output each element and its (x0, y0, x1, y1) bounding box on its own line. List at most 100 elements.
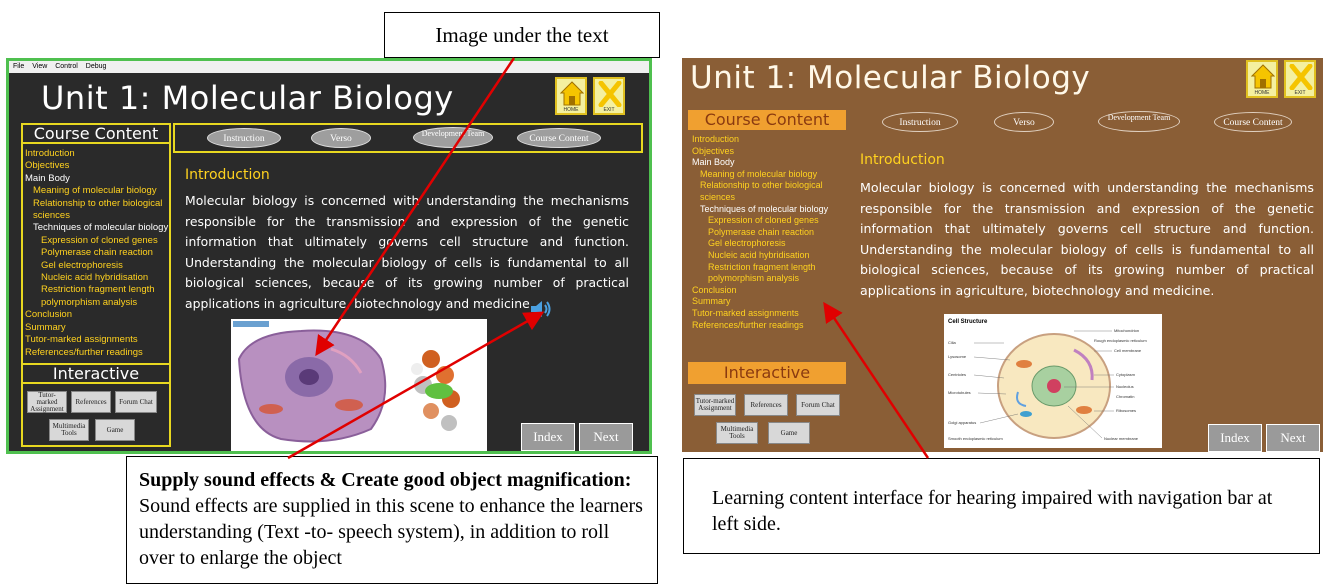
left-screenshot: File View Control Debug Unit 1: Molecula… (6, 58, 652, 454)
nav-techniques[interactable]: Techniques of molecular biology (692, 204, 828, 216)
course-content-heading: Course Content (23, 124, 169, 144)
nav-objectives[interactable]: Objectives (25, 160, 168, 172)
home-button[interactable]: HOME (555, 77, 587, 115)
figure-label-ribosomes: Ribosomes (1116, 408, 1136, 413)
content-text: Molecular biology is concerned with unde… (860, 180, 1314, 298)
exit-icon (598, 81, 622, 107)
content-text: Molecular biology is concerned with unde… (185, 193, 629, 311)
interactive-heading: Interactive (688, 362, 846, 384)
callout-image-under-text: Image under the text (384, 12, 660, 58)
nav-techniques[interactable]: Techniques of molecular biology (25, 222, 168, 234)
nav-references[interactable]: References/further readings (25, 347, 168, 359)
game-button[interactable]: Game (95, 419, 135, 441)
tab-instruction[interactable]: Instruction (207, 128, 281, 148)
tab-verso[interactable]: Verso (311, 128, 371, 148)
cell-structure-figure[interactable]: Cell Structure Cilia Lysosome Centrioles… (944, 314, 1162, 448)
cell-illustration (231, 319, 487, 451)
forum-chat-button[interactable]: Forum Chat (115, 391, 157, 413)
nav-restriction[interactable]: Restriction fragment length (692, 262, 828, 274)
references-button[interactable]: References (744, 394, 788, 416)
tutor-marked-assignment-button[interactable]: Tutor-marked Assignment (694, 394, 736, 416)
nav-pcr[interactable]: Polymerase chain reaction (692, 227, 828, 239)
tutor-marked-assignment-button[interactable]: Tutor-marked Assignment (27, 391, 67, 413)
menu-file[interactable]: File (13, 63, 24, 70)
nav-conclusion[interactable]: Conclusion (692, 285, 828, 297)
course-nav-list: Introduction Objectives Main Body Meanin… (25, 148, 168, 359)
index-button[interactable]: Index (1208, 424, 1262, 452)
exit-button[interactable]: EXIT (1284, 60, 1316, 98)
menu-debug[interactable]: Debug (86, 63, 107, 70)
nav-hybridisation[interactable]: Nucleic acid hybridisation (25, 272, 168, 284)
nav-hybridisation[interactable]: Nucleic acid hybridisation (692, 250, 828, 262)
menu-view[interactable]: View (32, 63, 47, 70)
figure-label-nuclear-membrane: Nuclear membrane (1104, 436, 1139, 441)
home-icon (560, 81, 584, 106)
nav-summary[interactable]: Summary (692, 296, 828, 308)
nav-meaning[interactable]: Meaning of molecular biology (692, 169, 828, 181)
tab-development-team[interactable]: Development Team (1098, 111, 1180, 132)
right-screenshot: Unit 1: Molecular Biology HOME EXIT Cour… (682, 58, 1323, 452)
nav-objectives[interactable]: Objectives (692, 146, 828, 158)
nav-expression[interactable]: Expression of cloned genes (25, 235, 168, 247)
multimedia-tools-button[interactable]: Multimedia Tools (49, 419, 89, 441)
figure-label-golgi: Golgi apparatus (948, 420, 976, 425)
tab-course-content[interactable]: Course Content (517, 128, 601, 148)
course-nav-list: Introduction Objectives Main Body Meanin… (692, 134, 828, 331)
home-label: HOME (563, 107, 579, 113)
tab-verso[interactable]: Verso (994, 112, 1054, 132)
tab-course-content[interactable]: Course Content (1214, 112, 1292, 132)
references-button[interactable]: References (71, 391, 111, 413)
content-heading: Introduction (860, 152, 945, 168)
nav-gel[interactable]: Gel electrophoresis (692, 238, 828, 250)
page-title: Unit 1: Molecular Biology (690, 60, 1091, 96)
nav-polymorphism[interactable]: polymorphism analysis (692, 273, 828, 285)
cell-structure-image[interactable] (231, 319, 487, 451)
exit-button[interactable]: EXIT (593, 77, 625, 115)
nav-expression[interactable]: Expression of cloned genes (692, 215, 828, 227)
speaker-icon[interactable] (529, 299, 553, 319)
next-button[interactable]: Next (579, 423, 633, 451)
home-label: HOME (1254, 90, 1270, 96)
nav-polymorphism[interactable]: polymorphism analysis (25, 297, 168, 309)
callout-sound-effects: Supply sound effects & Create good objec… (126, 456, 658, 584)
nav-references[interactable]: References/further readings (692, 320, 828, 332)
nav-introduction[interactable]: Introduction (25, 148, 168, 160)
callout-sound-effects-title: Supply sound effects & Create good objec… (139, 469, 632, 491)
nav-main-body[interactable]: Main Body (25, 173, 168, 185)
nav-gel[interactable]: Gel electrophoresis (25, 260, 168, 272)
nav-tma[interactable]: Tutor-marked assignments (692, 308, 828, 320)
multimedia-tools-button[interactable]: Multimedia Tools (716, 422, 758, 444)
figure-label-cilia: Cilia (948, 340, 957, 345)
nav-summary[interactable]: Summary (25, 322, 168, 334)
nav-meaning[interactable]: Meaning of molecular biology (25, 185, 168, 197)
nav-pcr[interactable]: Polymerase chain reaction (25, 247, 168, 259)
figure-title: Cell Structure (948, 319, 988, 325)
game-button[interactable]: Game (768, 422, 810, 444)
home-button[interactable]: HOME (1246, 60, 1278, 98)
nav-restriction[interactable]: Restriction fragment length (25, 284, 168, 296)
nav-tma[interactable]: Tutor-marked assignments (25, 334, 168, 346)
content-heading: Introduction (185, 167, 270, 183)
menu-control[interactable]: Control (55, 63, 78, 70)
nav-relationship-cont[interactable]: sciences (25, 210, 168, 222)
tab-development-team[interactable]: Development Team (413, 127, 493, 148)
figure-label-nucleolus: Nucleolus (1116, 384, 1134, 389)
nav-conclusion[interactable]: Conclusion (25, 309, 168, 321)
index-button[interactable]: Index (521, 423, 575, 451)
course-content-heading: Course Content (688, 110, 846, 130)
nav-relationship-cont[interactable]: sciences (692, 192, 828, 204)
nav-main-body[interactable]: Main Body (692, 157, 828, 169)
home-icon (1251, 64, 1275, 89)
nav-relationship[interactable]: Relationship to other biological (692, 180, 828, 192)
forum-chat-button[interactable]: Forum Chat (796, 394, 840, 416)
next-button[interactable]: Next (1266, 424, 1320, 452)
exit-icon (1289, 64, 1313, 90)
nav-relationship[interactable]: Relationship to other biological (25, 198, 168, 210)
exit-label: EXIT (1294, 90, 1306, 96)
nav-introduction[interactable]: Introduction (692, 134, 828, 146)
callout-sound-effects-text: Sound effects are supplied in this scene… (139, 495, 643, 569)
exit-label: EXIT (603, 107, 615, 113)
callout-hearing-impaired: Learning content interface for hearing i… (683, 458, 1320, 554)
figure-label-centrioles: Centrioles (948, 372, 966, 377)
tab-instruction[interactable]: Instruction (882, 112, 958, 132)
